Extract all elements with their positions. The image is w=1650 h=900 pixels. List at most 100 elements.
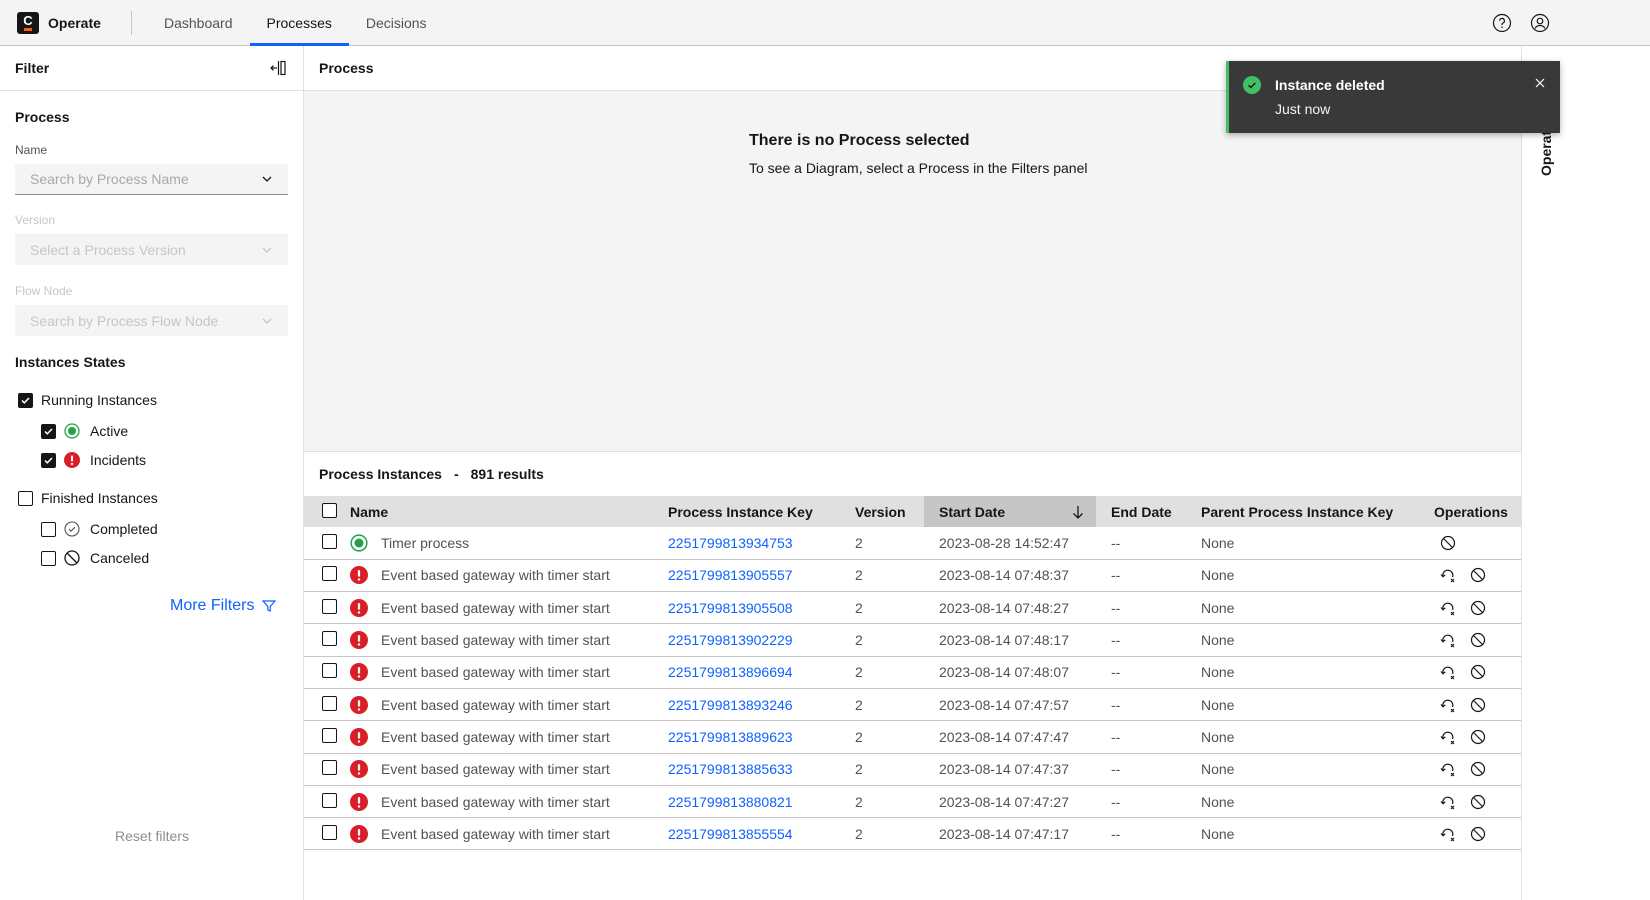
instance-key-link[interactable]: 2251799813896694 — [668, 664, 793, 680]
operations-cell — [1419, 623, 1521, 657]
cancel-instance-icon[interactable] — [1470, 826, 1486, 842]
cancel-instance-icon[interactable] — [1470, 697, 1486, 713]
parent-key-cell: None — [1186, 785, 1419, 819]
finished-instances-checkbox[interactable] — [18, 490, 33, 506]
process-name-combobox[interactable]: Search by Process Name — [15, 164, 288, 195]
retry-instance-icon[interactable] — [1440, 664, 1456, 680]
cancel-instance-icon[interactable] — [1470, 729, 1486, 745]
flow-node-combobox[interactable]: Search by Process Flow Node — [15, 305, 288, 336]
retry-instance-icon[interactable] — [1440, 826, 1456, 842]
cancel-instance-icon[interactable] — [1470, 567, 1486, 583]
finished-instances-filter[interactable]: Finished Instances — [0, 487, 303, 509]
row-checkbox[interactable] — [322, 824, 337, 840]
process-version-select[interactable]: Select a Process Version — [15, 234, 288, 265]
row-checkbox[interactable] — [322, 792, 337, 808]
column-header-start-date[interactable]: Start Date — [924, 496, 1096, 527]
table-row[interactable]: Event based gateway with timer start 2251… — [304, 720, 1521, 754]
canceled-checkbox[interactable] — [41, 550, 56, 566]
sort-descending-icon[interactable] — [1070, 504, 1086, 520]
row-checkbox[interactable] — [322, 663, 337, 679]
key-cell: 2251799813905557 — [653, 559, 840, 593]
retry-instance-icon[interactable] — [1440, 697, 1456, 713]
cancel-instance-icon[interactable] — [1470, 632, 1486, 648]
table-row[interactable]: Event based gateway with timer start 2251… — [304, 591, 1521, 625]
instance-name: Timer process — [381, 534, 470, 551]
row-checkbox[interactable] — [322, 727, 337, 743]
cancel-instance-icon[interactable] — [1470, 761, 1486, 777]
table-row[interactable]: Event based gateway with timer start 2251… — [304, 559, 1521, 593]
row-select-cell — [304, 559, 350, 593]
retry-instance-icon[interactable] — [1440, 794, 1456, 810]
row-select-cell — [304, 527, 350, 560]
retry-instance-icon[interactable] — [1440, 632, 1456, 648]
retry-instance-icon[interactable] — [1440, 729, 1456, 745]
table-row[interactable]: Event based gateway with timer start 2251… — [304, 656, 1521, 689]
active-checkbox[interactable] — [41, 423, 56, 439]
reset-filters-button[interactable]: Reset filters — [0, 828, 304, 844]
version-cell: 2 — [840, 591, 924, 625]
instance-key-link[interactable]: 2251799813889623 — [668, 729, 793, 745]
column-header-parent-key[interactable]: Parent Process Instance Key — [1186, 496, 1419, 527]
collapse-panel-icon[interactable] — [268, 58, 288, 78]
row-checkbox[interactable] — [322, 695, 337, 711]
instance-key-link[interactable]: 2251799813893246 — [668, 697, 793, 713]
instance-key-link[interactable]: 2251799813905557 — [668, 567, 793, 583]
close-icon[interactable] — [1534, 77, 1546, 89]
table-row[interactable]: Timer process 2251799813934753 2 2023-08-28… — [304, 527, 1521, 560]
completed-checkbox[interactable] — [41, 521, 56, 537]
canceled-filter[interactable]: Canceled — [0, 547, 303, 569]
table-row[interactable]: Event based gateway with timer start 2251… — [304, 785, 1521, 819]
row-checkbox[interactable] — [322, 598, 337, 614]
instance-name: Event based gateway with timer start — [381, 825, 610, 842]
cancel-instance-icon[interactable] — [1470, 794, 1486, 810]
select-all-checkbox[interactable] — [322, 502, 337, 518]
process-name-placeholder: Search by Process Name — [30, 171, 189, 187]
row-checkbox[interactable] — [322, 533, 337, 549]
instance-key-link[interactable]: 2251799813880821 — [668, 794, 793, 810]
instance-key-link[interactable]: 2251799813934753 — [668, 535, 793, 551]
column-header-name[interactable]: Name — [350, 496, 653, 527]
table-row[interactable]: Event based gateway with timer start 2251… — [304, 688, 1521, 722]
end-date-cell: -- — [1096, 720, 1186, 754]
cancel-instance-icon[interactable] — [1440, 535, 1456, 551]
instance-key-link[interactable]: 2251799813902229 — [668, 632, 793, 648]
running-instances-filter[interactable]: Running Instances — [0, 389, 303, 411]
row-checkbox[interactable] — [322, 566, 337, 582]
tab-dashboard[interactable]: Dashboard — [147, 0, 250, 45]
incidents-filter[interactable]: Incidents — [0, 449, 303, 471]
empty-state-message: To see a Diagram, select a Process in th… — [749, 160, 1088, 176]
cancel-instance-icon[interactable] — [1470, 664, 1486, 680]
row-select-cell — [304, 785, 350, 819]
parent-key-cell: None — [1186, 688, 1419, 722]
retry-instance-icon[interactable] — [1440, 567, 1456, 583]
incidents-checkbox[interactable] — [41, 452, 56, 468]
retry-instance-icon[interactable] — [1440, 761, 1456, 777]
table-row[interactable]: Event based gateway with timer start 2251… — [304, 817, 1521, 851]
cancel-instance-icon[interactable] — [1470, 600, 1486, 616]
empty-state-title: There is no Process selected — [749, 132, 970, 149]
toast-title: Instance deleted — [1275, 77, 1385, 93]
running-instances-checkbox[interactable] — [18, 392, 33, 408]
user-profile-icon[interactable] — [1530, 13, 1550, 33]
parent-key-cell: None — [1186, 720, 1419, 754]
column-header-end-date[interactable]: End Date — [1096, 496, 1186, 527]
active-filter[interactable]: Active — [0, 420, 303, 442]
completed-filter[interactable]: Completed — [0, 518, 303, 540]
help-icon[interactable] — [1492, 13, 1512, 33]
tab-decisions[interactable]: Decisions — [349, 0, 444, 45]
instance-key-link[interactable]: 2251799813885633 — [668, 761, 793, 777]
instance-key-link[interactable]: 2251799813905508 — [668, 600, 793, 616]
retry-instance-icon[interactable] — [1440, 600, 1456, 616]
operations-panel[interactable]: Operations — [1521, 46, 1650, 900]
instance-key-link[interactable]: 2251799813855554 — [668, 826, 793, 842]
row-checkbox[interactable] — [322, 760, 337, 776]
table-row[interactable]: Event based gateway with timer start 2251… — [304, 753, 1521, 786]
column-header-version[interactable]: Version — [840, 496, 924, 527]
name-cell: Event based gateway with timer start — [350, 720, 653, 754]
tab-processes[interactable]: Processes — [249, 0, 350, 46]
row-checkbox[interactable] — [322, 631, 337, 647]
table-row[interactable]: Event based gateway with timer start 2251… — [304, 623, 1521, 657]
column-header-key[interactable]: Process Instance Key — [653, 496, 840, 527]
more-filters-button[interactable]: More Filters — [170, 597, 277, 615]
brand[interactable]: C Operate — [0, 0, 131, 45]
